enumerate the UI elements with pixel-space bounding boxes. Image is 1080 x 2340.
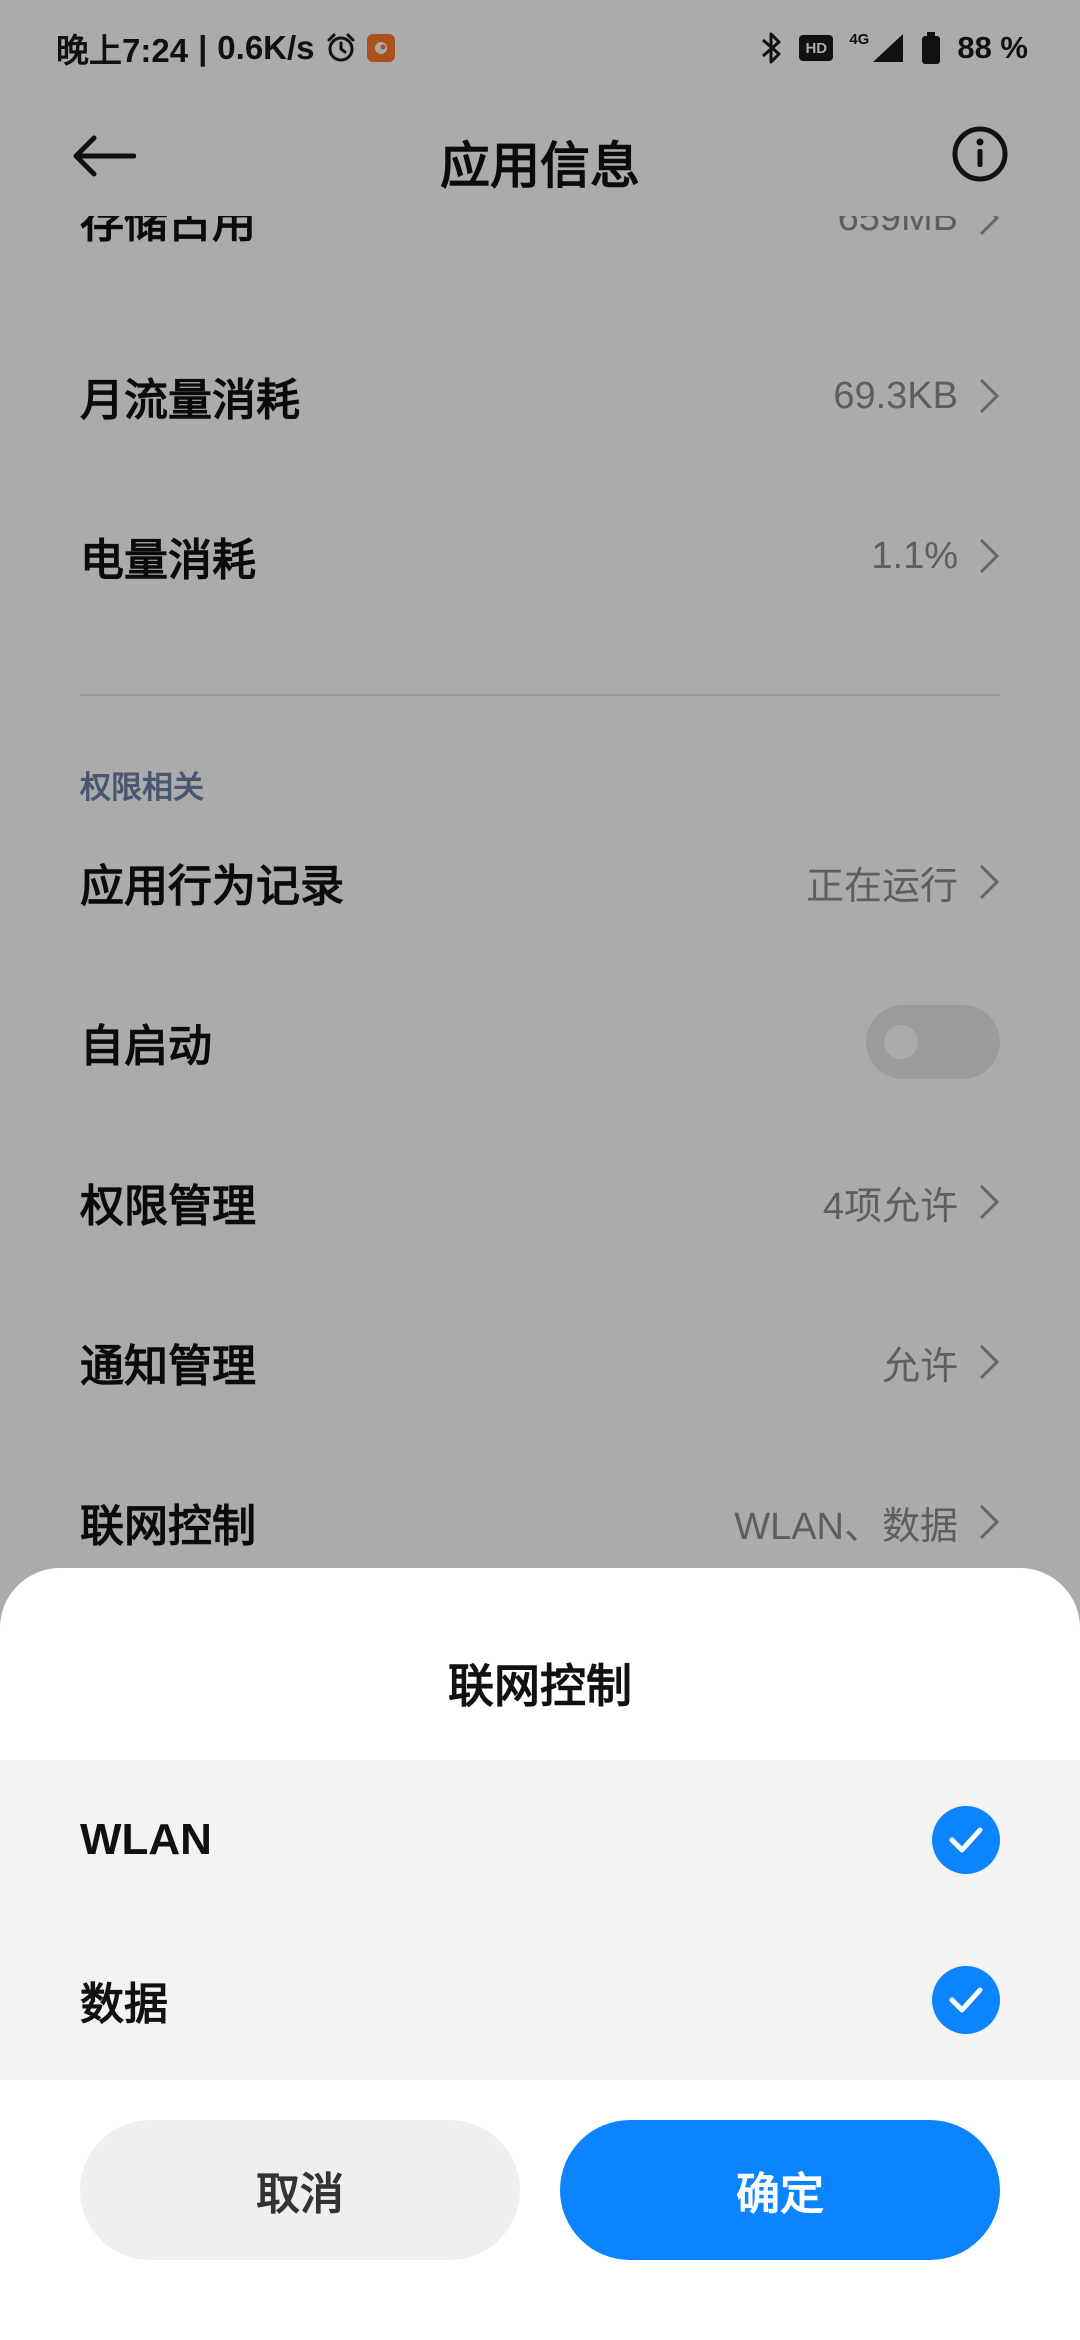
sheet-options: WLAN 数据 [0, 1760, 1080, 2080]
checkbox-checked[interactable] [932, 1966, 1000, 2034]
sheet-title: 联网控制 [448, 1660, 632, 1712]
checkbox-checked[interactable] [932, 1806, 1000, 1874]
option-label: 数据 [80, 1980, 168, 2029]
option-data[interactable]: 数据 [0, 1920, 1080, 2080]
app-info-screen: 晚上7:24 | 0.6K/s HD 4G 88 % 应用信息 存储占用 659… [0, 0, 1080, 2340]
option-wlan[interactable]: WLAN [0, 1760, 1080, 1920]
cancel-button[interactable]: 取消 [80, 2120, 520, 2260]
check-icon [949, 1827, 983, 1853]
network-control-sheet: 联网控制 WLAN 数据 取消 确定 [0, 1568, 1080, 2340]
option-label: WLAN [80, 1815, 212, 1864]
check-icon [949, 1987, 983, 2013]
confirm-button[interactable]: 确定 [560, 2120, 1000, 2260]
